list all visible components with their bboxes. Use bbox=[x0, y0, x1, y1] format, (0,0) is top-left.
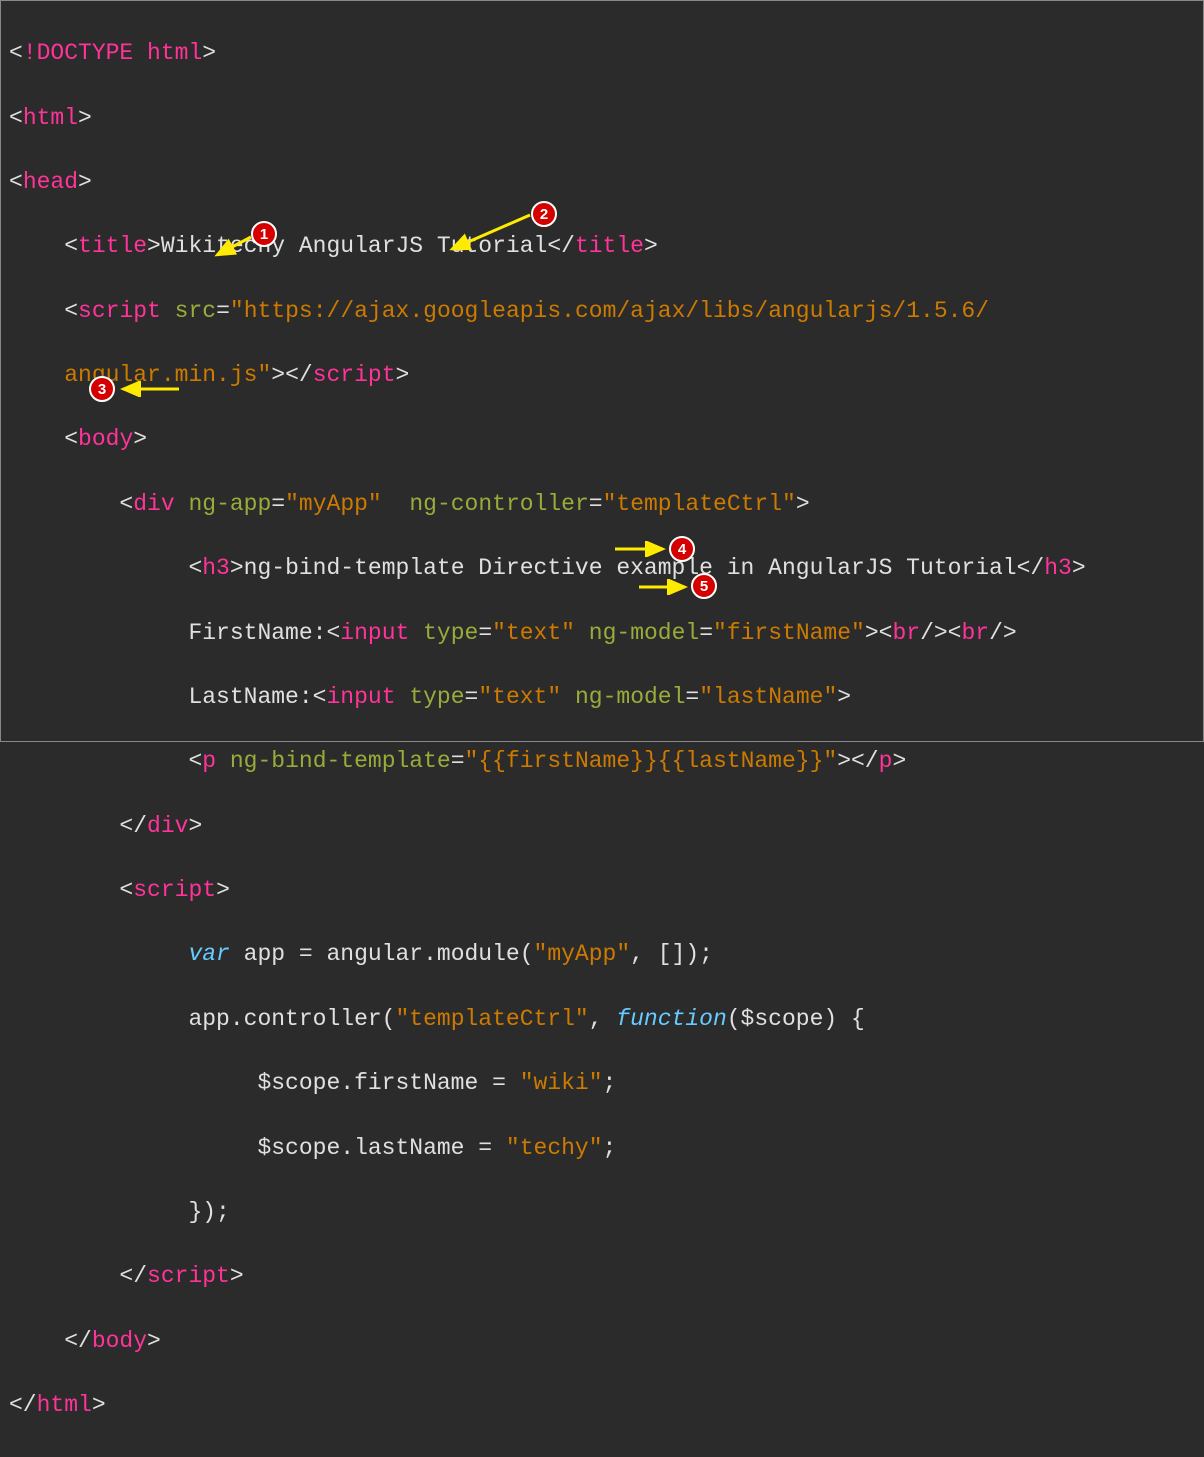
code-line: app.controller("templateCtrl", function(… bbox=[9, 1003, 1195, 1035]
code-line: <html> bbox=[9, 102, 1195, 134]
arrow-icon bbox=[446, 211, 536, 256]
code-line: <head> bbox=[9, 166, 1195, 198]
code-line: FirstName:<input type="text" ng-model="f… bbox=[9, 617, 1195, 649]
arrow-icon bbox=[211, 233, 256, 263]
arrow-icon bbox=[117, 381, 187, 397]
code-line: var app = angular.module("myApp", []); bbox=[9, 938, 1195, 970]
code-line: <body> bbox=[9, 423, 1195, 455]
code-line: </body> bbox=[9, 1325, 1195, 1357]
callout-badge-3: 3 bbox=[89, 376, 115, 402]
code-line: </div> bbox=[9, 810, 1195, 842]
code-line: <h3>ng-bind-template Directive example i… bbox=[9, 552, 1195, 584]
callout-badge-4: 4 bbox=[669, 536, 695, 562]
code-line: $scope.lastName = "techy"; bbox=[9, 1132, 1195, 1164]
code-line: }); bbox=[9, 1196, 1195, 1228]
code-line: <script> bbox=[9, 874, 1195, 906]
arrow-icon bbox=[635, 579, 695, 595]
arrow-icon bbox=[611, 541, 671, 557]
callout-badge-5: 5 bbox=[691, 573, 717, 599]
code-line: LastName:<input type="text" ng-model="la… bbox=[9, 681, 1195, 713]
code-block: <!DOCTYPE html> <html> <head> <title>Wik… bbox=[1, 1, 1203, 1457]
code-line: <p ng-bind-template="{{firstName}}{{last… bbox=[9, 745, 1195, 777]
code-line: </script> bbox=[9, 1260, 1195, 1292]
code-line: <script src="https://ajax.googleapis.com… bbox=[9, 295, 1195, 327]
code-line: <!DOCTYPE html> bbox=[9, 37, 1195, 69]
code-line: $scope.firstName = "wiki"; bbox=[9, 1067, 1195, 1099]
callout-badge-2: 2 bbox=[531, 201, 557, 227]
code-line: <div ng-app="myApp" ng-controller="templ… bbox=[9, 488, 1195, 520]
code-line: <title>Wikitechy AngularJS Tutorial</tit… bbox=[9, 230, 1195, 262]
callout-badge-1: 1 bbox=[251, 221, 277, 247]
code-line: </html> bbox=[9, 1389, 1195, 1421]
